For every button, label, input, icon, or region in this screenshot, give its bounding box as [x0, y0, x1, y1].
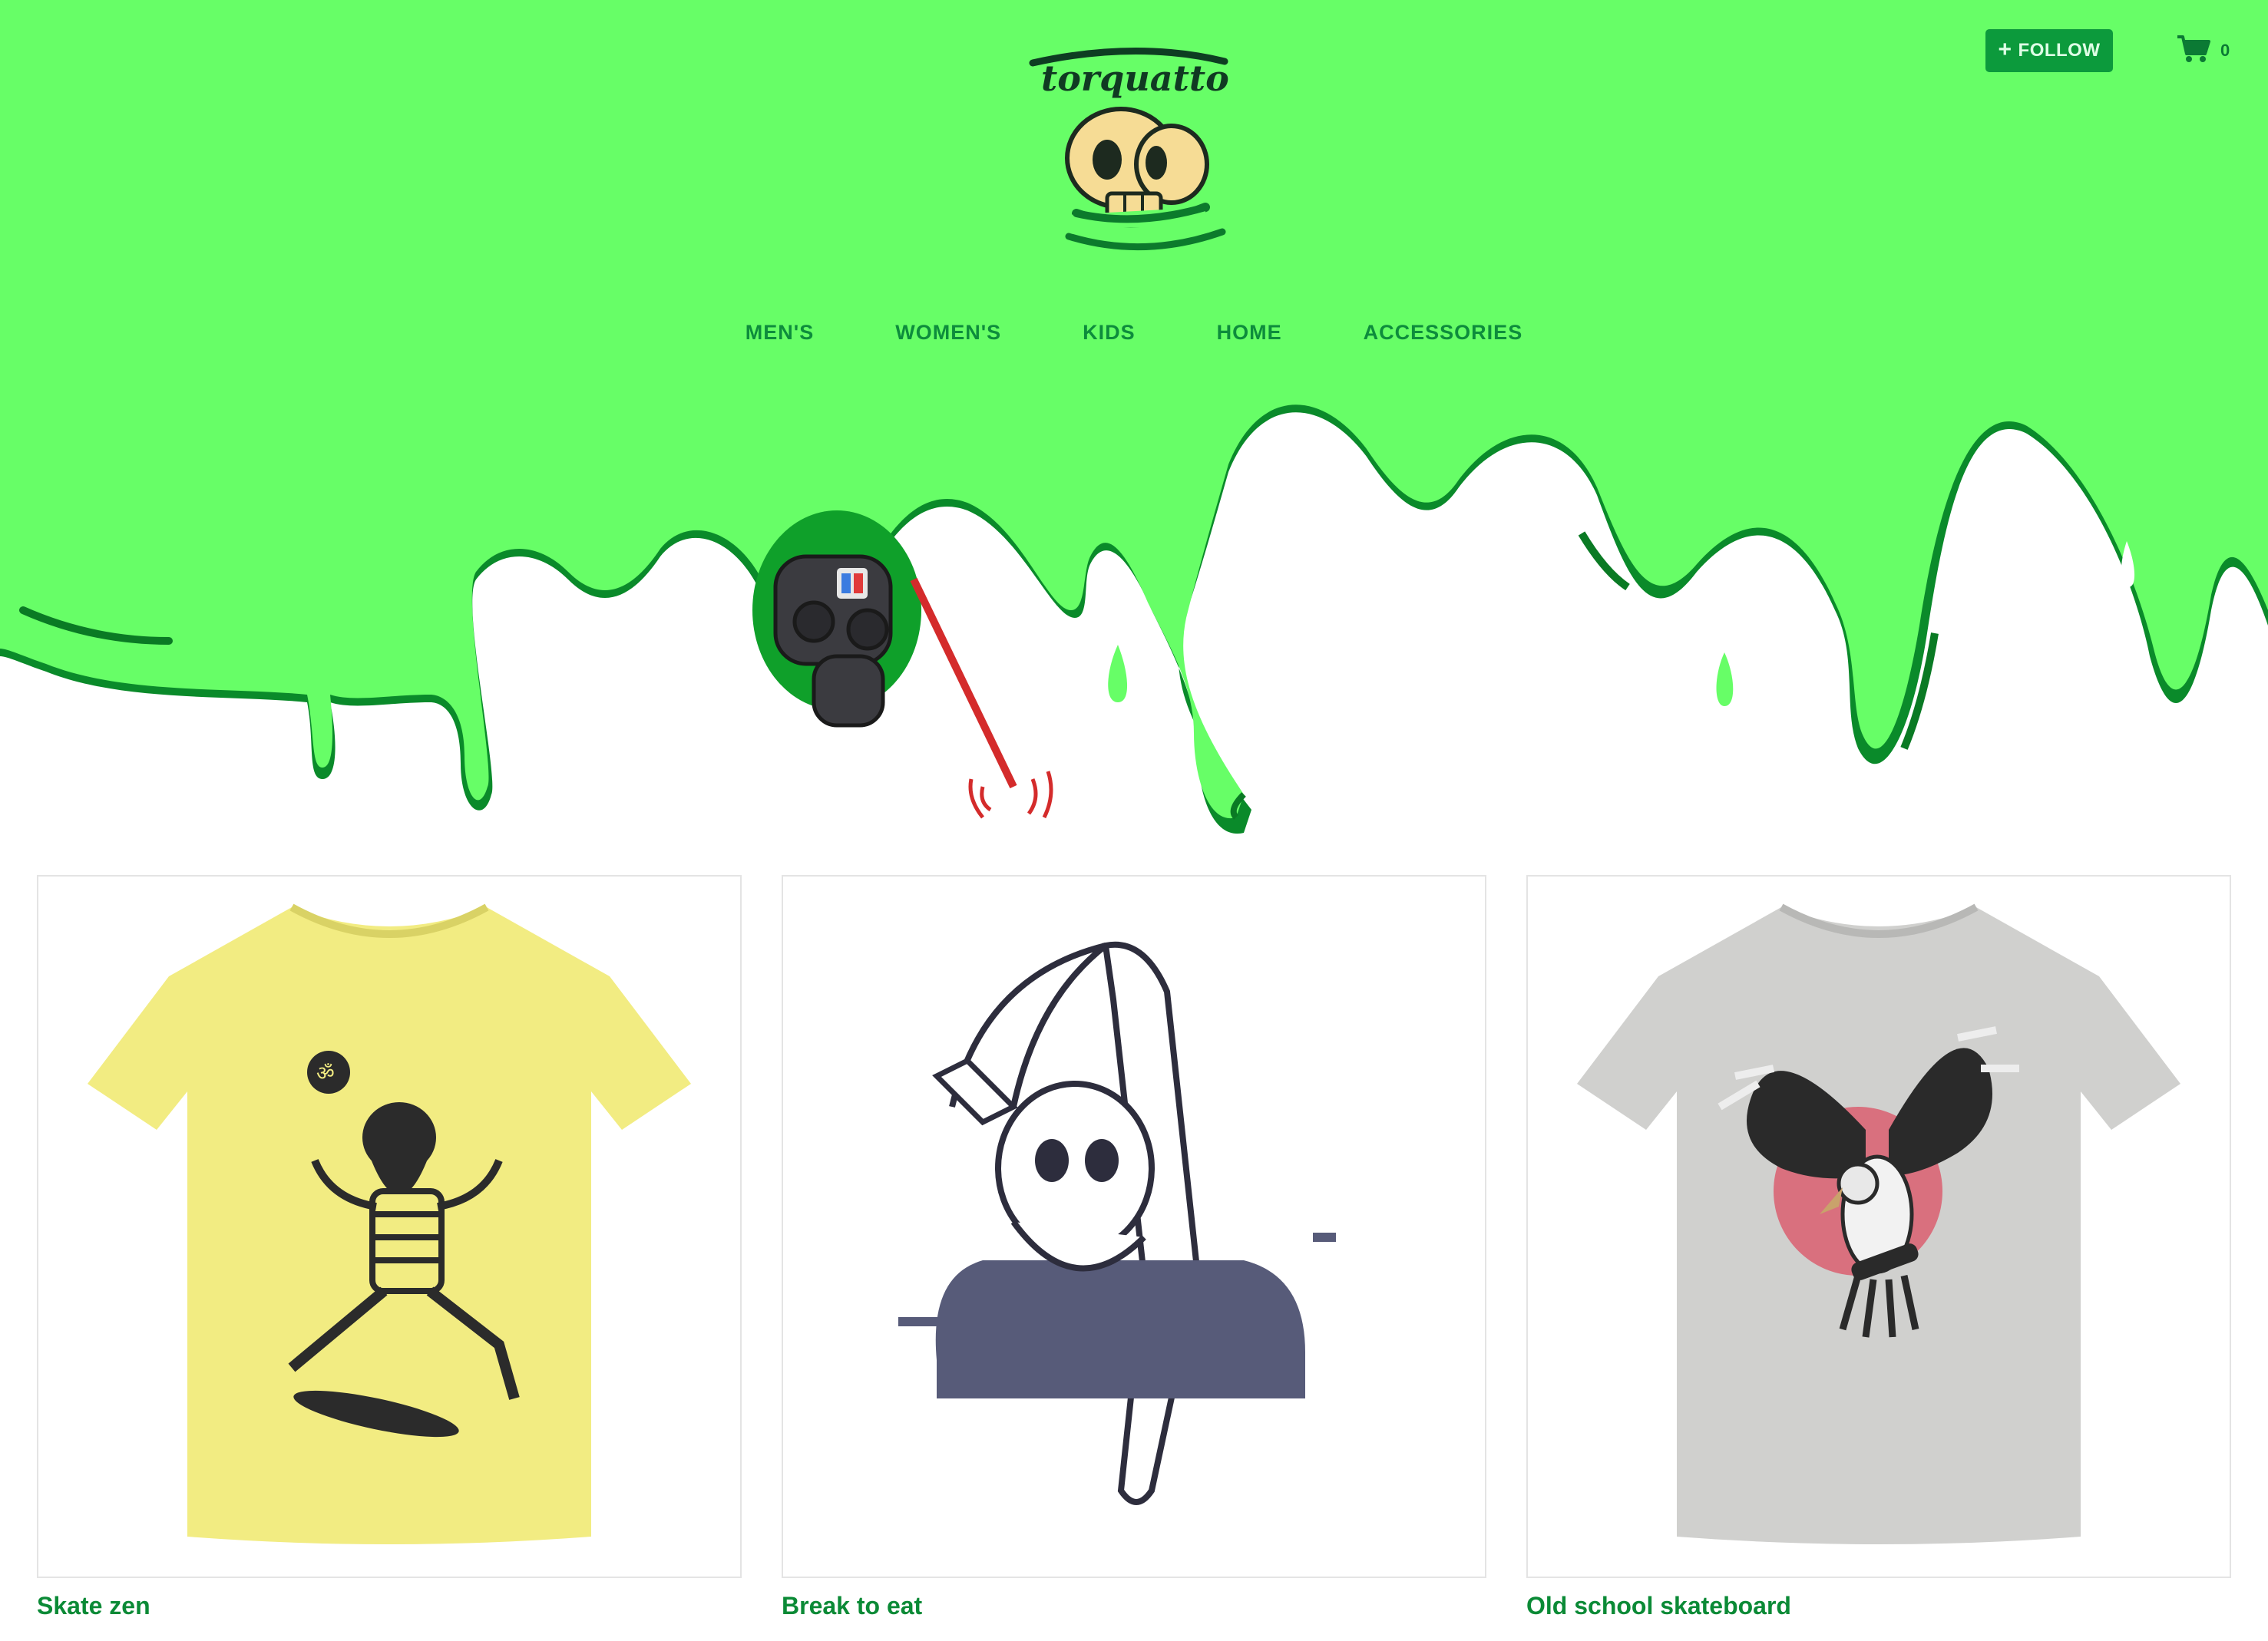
- nav-item-home[interactable]: HOME: [1217, 321, 1282, 345]
- svg-text:torquatto: torquatto: [1041, 58, 1229, 99]
- product-card[interactable]: ॐ: [37, 875, 742, 1578]
- product-image: [1577, 903, 2180, 1544]
- brand-logo[interactable]: torquatto: [1021, 43, 1251, 281]
- category-nav: MEN'S WOMEN'S KIDS HOME ACCESSORIES: [0, 313, 2268, 352]
- plus-icon: +: [1998, 36, 2012, 62]
- product-title[interactable]: Break to eat: [782, 1592, 922, 1620]
- product-title[interactable]: Old school skateboard: [1526, 1592, 1791, 1620]
- product-title[interactable]: Skate zen: [37, 1592, 150, 1620]
- nav-item-accessories[interactable]: ACCESSORIES: [1364, 321, 1523, 345]
- follow-label: FOLLOW: [2018, 40, 2101, 61]
- product-card[interactable]: [1526, 875, 2231, 1578]
- follow-button[interactable]: + FOLLOW: [1985, 29, 2113, 72]
- slime-banner: [0, 380, 2268, 834]
- svg-text:ॐ: ॐ: [316, 1062, 335, 1085]
- product-image: [898, 941, 1336, 1505]
- robot-illustration: [752, 510, 1053, 819]
- nav-item-mens[interactable]: MEN'S: [746, 321, 814, 345]
- cart-button[interactable]: 0: [2176, 29, 2230, 72]
- product-image: ॐ: [88, 903, 691, 1544]
- product-card[interactable]: [782, 875, 1486, 1578]
- nav-item-womens[interactable]: WOMEN'S: [895, 321, 1001, 345]
- store-header: torquatto + FOLLOW 0 MEN'S WOMEN'S KIDS …: [0, 0, 2268, 384]
- nav-item-kids[interactable]: KIDS: [1083, 321, 1136, 345]
- cart-count: 0: [2220, 41, 2230, 60]
- cart-icon: [2176, 34, 2211, 68]
